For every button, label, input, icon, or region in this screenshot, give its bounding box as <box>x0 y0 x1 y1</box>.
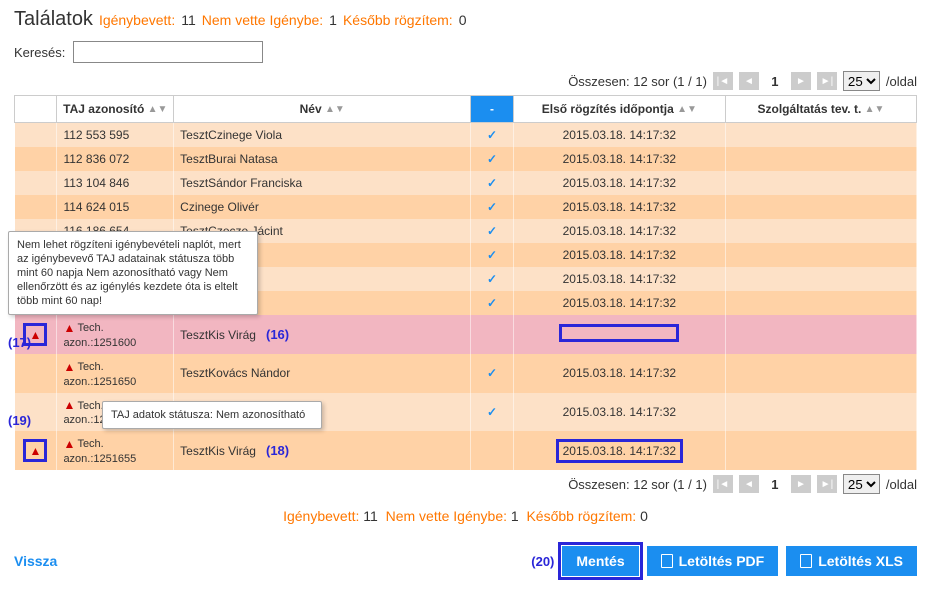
stat-notused-value: 1 <box>329 12 337 28</box>
header: Találatok Igénybevett: 11 Nem vette Igén… <box>14 8 917 31</box>
current-page: 1 <box>765 74 785 89</box>
check-icon[interactable]: ✓ <box>471 291 513 315</box>
annotation-20: (20) <box>531 554 554 569</box>
sort-icon: ▲▼ <box>865 107 885 113</box>
prev-page-button[interactable]: ◄ <box>739 475 759 493</box>
last-page-button[interactable]: ►| <box>817 72 837 90</box>
pagination-summary: Összesen: 12 sor (1 / 1) <box>568 477 707 492</box>
pagination-summary: Összesen: 12 sor (1 / 1) <box>568 74 707 89</box>
check-icon[interactable] <box>471 315 513 354</box>
check-icon[interactable]: ✓ <box>471 354 513 393</box>
back-link[interactable]: Vissza <box>14 553 57 569</box>
warning-icon: ▲ <box>63 398 77 412</box>
check-icon[interactable]: ✓ <box>471 393 513 432</box>
col-icon-header[interactable] <box>15 96 57 123</box>
annotation-18: (18) <box>266 443 289 458</box>
annotation-16: (16) <box>266 327 289 342</box>
empty-date-highlight <box>559 324 679 342</box>
sort-icon: ▲▼ <box>325 107 345 113</box>
download-xls-button[interactable]: Letöltés XLS <box>786 546 917 576</box>
last-page-button[interactable]: ►| <box>817 475 837 493</box>
page-size-select[interactable]: 25 <box>843 474 880 494</box>
current-page: 1 <box>765 477 785 492</box>
stat-later-label: Később rögzítem: <box>343 12 453 28</box>
document-icon <box>800 554 812 568</box>
footer-stats: Igénybevett: 11 Nem vette Igénybe: 1 Kés… <box>14 508 917 524</box>
table-row[interactable]: 114 624 015Czinege Olivér✓2015.03.18. 14… <box>15 195 917 219</box>
save-button[interactable]: Mentés <box>562 546 638 576</box>
col-service-header[interactable]: Szolgáltatás tev. t. ▲▼ <box>725 96 916 123</box>
check-icon[interactable]: ✓ <box>471 147 513 171</box>
bottom-bar: Vissza (20) Mentés Letöltés PDF Letöltés… <box>14 542 917 588</box>
col-taj-header[interactable]: TAJ azonosító ▲▼ <box>57 96 174 123</box>
table-row-error[interactable]: ▲ ▲Tech.azon.:1251600 TesztKis Virág (16… <box>15 315 917 354</box>
stat-used-value: 11 <box>181 12 196 28</box>
check-icon[interactable]: ✓ <box>471 195 513 219</box>
table-row[interactable]: 112 836 072TesztBurai Natasa✓2015.03.18.… <box>15 147 917 171</box>
per-page-label: /oldal <box>886 477 917 492</box>
search-row: Keresés: <box>14 41 917 63</box>
check-icon[interactable]: ✓ <box>471 123 513 148</box>
table-row[interactable]: ▲ ▲Tech.azon.:1251655 TesztKis Virág (18… <box>15 431 917 470</box>
stat-later-value: 0 <box>459 12 467 28</box>
table-row[interactable]: 112 553 595TesztCzinege Viola✓2015.03.18… <box>15 123 917 148</box>
pagination-bottom: Összesen: 12 sor (1 / 1) |◄ ◄ 1 ► ►| 25 … <box>14 474 917 494</box>
pagination-top: Összesen: 12 sor (1 / 1) |◄ ◄ 1 ► ►| 25 … <box>14 71 917 91</box>
annotation-17: (17) <box>8 335 31 350</box>
tooltip-status: TAJ adatok státusza: Nem azonosítható <box>102 401 322 429</box>
col-name-header[interactable]: Név ▲▼ <box>174 96 471 123</box>
next-page-button[interactable]: ► <box>791 72 811 90</box>
first-page-button[interactable]: |◄ <box>713 72 733 90</box>
page-title: Találatok <box>14 8 93 31</box>
check-icon[interactable]: ✓ <box>471 243 513 267</box>
check-icon[interactable]: ✓ <box>471 219 513 243</box>
search-label: Keresés: <box>14 45 65 60</box>
sort-icon: ▲▼ <box>148 107 168 113</box>
date-highlight: 2015.03.18. 14:17:32 <box>556 439 683 463</box>
sort-icon: ▲▼ <box>677 107 697 113</box>
table-row[interactable]: ▲Tech.azon.:1251650 TesztKovács Nándor ✓… <box>15 354 917 393</box>
stat-used-label: Igénybevett: <box>99 12 175 28</box>
warning-icon: ▲ <box>28 444 42 458</box>
col-date-header[interactable]: Első rögzítés időpontja ▲▼ <box>513 96 725 123</box>
warning-icon: ▲ <box>63 437 77 451</box>
col-check-header[interactable]: - <box>471 96 513 123</box>
tooltip-taj-error: Nem lehet rögzíteni igénybevételi naplót… <box>8 231 258 315</box>
next-page-button[interactable]: ► <box>791 475 811 493</box>
check-icon[interactable]: ✓ <box>471 267 513 291</box>
table-row[interactable]: 113 104 846TesztSándor Franciska✓2015.03… <box>15 171 917 195</box>
page-size-select[interactable]: 25 <box>843 71 880 91</box>
warning-icon: ▲ <box>63 360 77 374</box>
annotation-19: (19) <box>8 413 31 428</box>
first-page-button[interactable]: |◄ <box>713 475 733 493</box>
stat-notused-label: Nem vette Igénybe: <box>202 12 323 28</box>
download-pdf-button[interactable]: Letöltés PDF <box>647 546 779 576</box>
per-page-label: /oldal <box>886 74 917 89</box>
warning-icon: ▲ <box>63 321 77 335</box>
prev-page-button[interactable]: ◄ <box>739 72 759 90</box>
search-input[interactable] <box>73 41 263 63</box>
check-icon[interactable]: ✓ <box>471 171 513 195</box>
check-icon[interactable] <box>471 431 513 470</box>
table-header-row: TAJ azonosító ▲▼ Név ▲▼ - Első rögzítés … <box>15 96 917 123</box>
document-icon <box>661 554 673 568</box>
